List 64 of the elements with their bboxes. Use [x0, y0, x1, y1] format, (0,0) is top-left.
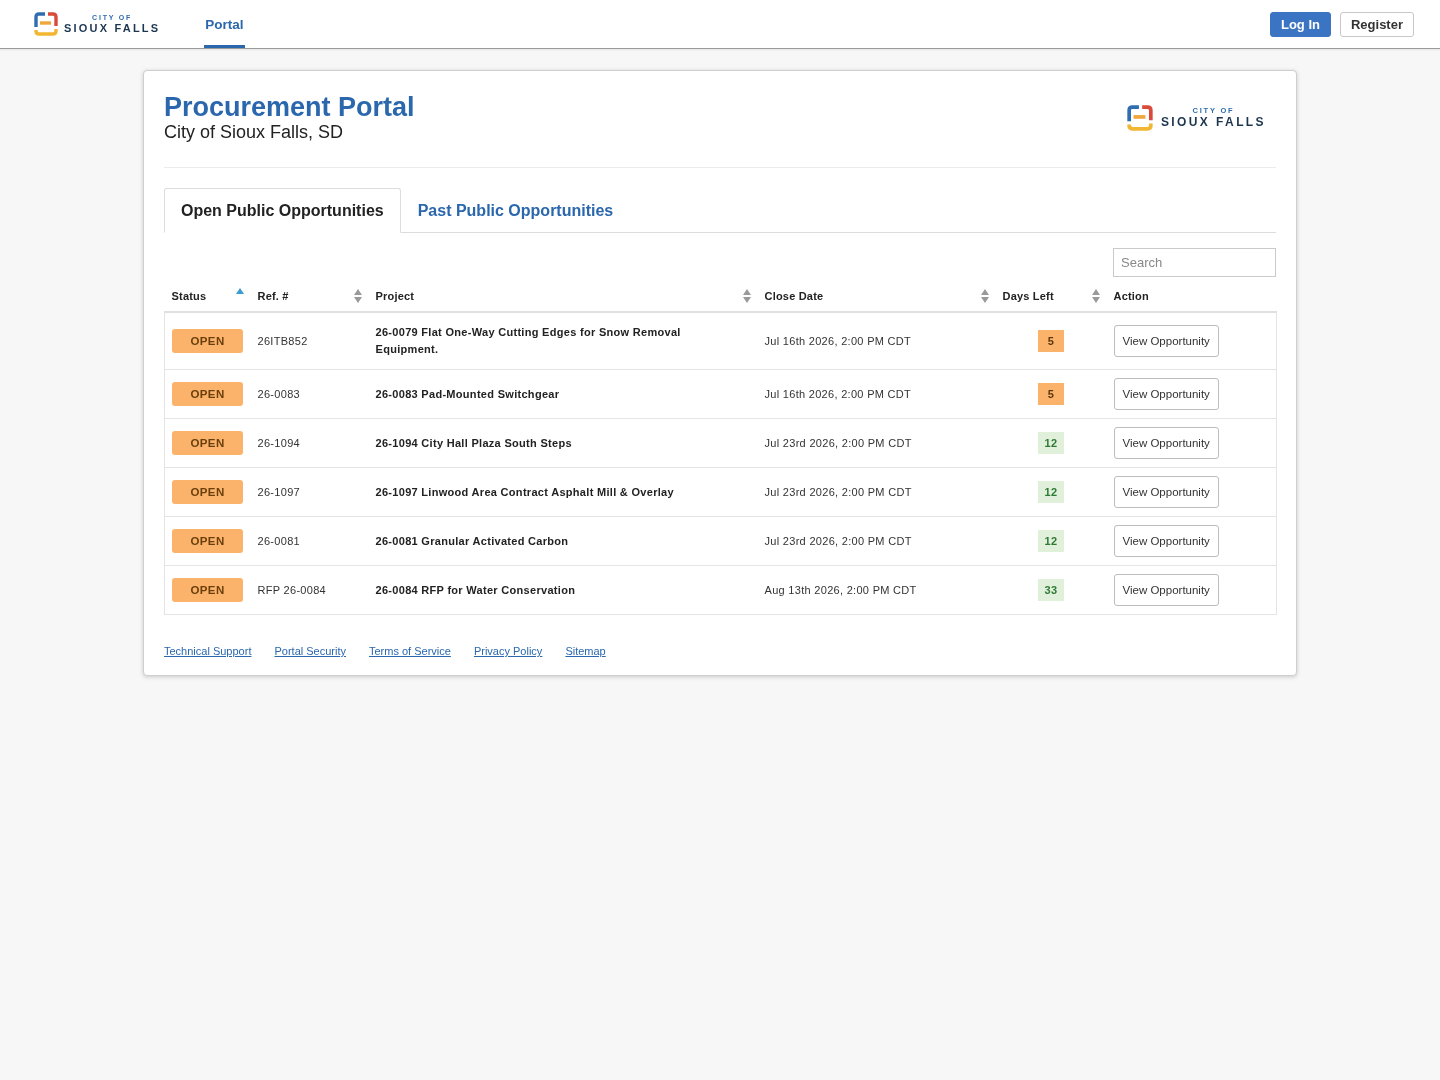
days-left-badge: 5: [1038, 383, 1064, 405]
ref-number: RFP 26-0084: [257, 583, 327, 596]
project-name: 26-1097 Linwood Area Contract Asphalt Mill & Overlay: [375, 484, 674, 500]
days-left-badge: 12: [1038, 530, 1064, 552]
view-opportunity-button[interactable]: View Opportunity: [1113, 427, 1219, 459]
project-name: 26-0083 Pad-Mounted Switchgear: [375, 386, 560, 402]
ref-number: 26-0083: [257, 387, 300, 400]
column-header[interactable]: Close Date: [764, 290, 824, 302]
days-left-badge: 33: [1038, 579, 1064, 601]
column-header[interactable]: Status: [171, 290, 207, 302]
sort-arrows-icon[interactable]: [1091, 289, 1100, 303]
sort-arrows-icon[interactable]: [353, 289, 362, 303]
sort-arrows-icon[interactable]: [980, 289, 989, 303]
footer-link[interactable]: Technical Support: [164, 645, 252, 657]
view-opportunity-button[interactable]: View Opportunity: [1113, 378, 1219, 410]
footer-link[interactable]: Sitemap: [565, 645, 606, 657]
view-opportunity-button[interactable]: View Opportunity: [1113, 525, 1219, 557]
view-opportunity-button[interactable]: View Opportunity: [1113, 325, 1219, 357]
status-badge: OPEN: [172, 329, 243, 353]
login-button[interactable]: Log In: [1269, 11, 1331, 37]
logo-wordmark: SIOUX FALLS: [64, 23, 161, 34]
page-subtitle: City of Sioux Falls, SD: [164, 122, 345, 143]
ref-number: 26-1097: [257, 485, 300, 498]
project-name: 26-1094 City Hall Plaza South Steps: [375, 435, 572, 451]
city-logo-mark-icon: [34, 12, 58, 36]
column-header: Action: [1113, 290, 1149, 302]
opportunities-tab[interactable]: Past Public Opportunities: [400, 188, 631, 233]
ref-number: 26-1094: [257, 436, 300, 449]
footer-link[interactable]: Privacy Policy: [473, 645, 543, 657]
sort-ascending-icon[interactable]: [235, 288, 244, 294]
column-header[interactable]: Project: [375, 290, 415, 302]
opportunities-tab[interactable]: Open Public Opportunities: [164, 188, 401, 233]
sort-arrows-icon[interactable]: [742, 289, 751, 303]
view-opportunity-button[interactable]: View Opportunity: [1113, 574, 1219, 606]
logo-wordmark: SIOUX FALLS: [1160, 116, 1266, 129]
status-badge: OPEN: [172, 382, 243, 406]
status-badge: OPEN: [172, 431, 243, 455]
footer-link[interactable]: Portal Security: [274, 645, 346, 657]
status-badge: OPEN: [172, 578, 243, 602]
view-opportunity-button[interactable]: View Opportunity: [1113, 476, 1219, 508]
close-date: Jul 23rd 2026, 2:00 PM CDT: [764, 485, 912, 498]
close-date: Jul 23rd 2026, 2:00 PM CDT: [764, 534, 912, 547]
column-header[interactable]: Ref. #: [257, 290, 289, 302]
footer-link[interactable]: Terms of Service: [369, 645, 451, 657]
column-header[interactable]: Days Left: [1002, 290, 1054, 302]
search-field[interactable]: Search: [1113, 248, 1276, 277]
close-date: Aug 13th 2026, 2:00 PM CDT: [764, 583, 917, 596]
project-name: 26-0084 RFP for Water Conservation: [375, 582, 576, 598]
project-name: 26-0079 Flat One-Way Cutting Edges for Snow Removal Equipment.: [375, 325, 682, 357]
nav-tab[interactable]: Portal: [204, 0, 245, 48]
city-logo-mark-icon: [1126, 104, 1153, 131]
days-left-badge: 12: [1038, 432, 1064, 454]
status-badge: OPEN: [172, 480, 243, 504]
close-date: Jul 23rd 2026, 2:00 PM CDT: [764, 436, 912, 449]
days-left-badge: 5: [1038, 330, 1064, 352]
ref-number: 26-0081: [257, 534, 300, 547]
days-left-badge: 12: [1038, 481, 1064, 503]
close-date: Jul 16th 2026, 2:00 PM CDT: [764, 387, 912, 400]
project-name: 26-0081 Granular Activated Carbon: [375, 533, 569, 549]
status-badge: OPEN: [172, 529, 243, 553]
ref-number: 26ITB852: [257, 334, 308, 347]
close-date: Jul 16th 2026, 2:00 PM CDT: [764, 334, 912, 347]
register-button[interactable]: Register: [1339, 11, 1414, 37]
page-title: Procurement Portal: [164, 92, 415, 122]
